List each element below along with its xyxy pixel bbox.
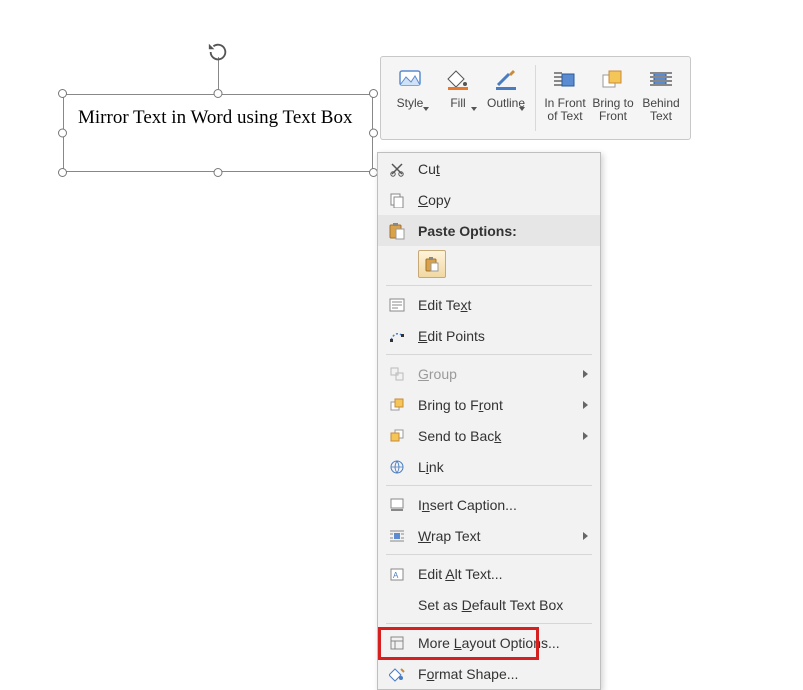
bring-front-label: Bring to Front: [590, 97, 636, 123]
behind-text-icon: [648, 65, 674, 93]
edit-points-icon: [386, 325, 408, 347]
menu-insert-caption-label: Insert Caption...: [418, 497, 588, 513]
behind-text-button[interactable]: Behind Text: [638, 61, 684, 135]
outline-icon: [494, 65, 518, 93]
edit-text-icon: [386, 294, 408, 316]
menu-edit-alt-text[interactable]: A Edit Alt Text...: [378, 558, 600, 589]
menu-bring-to-front[interactable]: Bring to Front: [378, 389, 600, 420]
toolbar-separator: [535, 65, 536, 131]
outline-label: Outline: [487, 97, 525, 110]
menu-edit-text-label: Edit Text: [418, 297, 588, 313]
menu-more-layout[interactable]: More Layout Options...: [378, 627, 600, 658]
paste-options-icon: [386, 220, 408, 242]
menu-set-default[interactable]: Set as Default Text Box: [378, 589, 600, 620]
menu-insert-caption[interactable]: Insert Caption...: [378, 489, 600, 520]
menu-group: Group: [378, 358, 600, 389]
menu-separator: [386, 485, 592, 486]
menu-send-to-back-label: Send to Back: [418, 428, 575, 444]
bring-to-front-icon: [600, 65, 626, 93]
menu-send-to-back[interactable]: Send to Back: [378, 420, 600, 451]
cut-icon: [386, 158, 408, 180]
menu-more-layout-label: More Layout Options...: [418, 635, 588, 651]
menu-set-default-label: Set as Default Text Box: [418, 597, 588, 613]
resize-handle-bl[interactable]: [58, 168, 67, 177]
style-label: Style: [397, 97, 424, 110]
blank-icon: [386, 594, 408, 616]
rotate-handle-icon[interactable]: [206, 40, 230, 64]
menu-link-label: Link: [418, 459, 588, 475]
menu-link[interactable]: Link: [378, 451, 600, 482]
menu-separator: [386, 354, 592, 355]
resize-handle-tl[interactable]: [58, 89, 67, 98]
insert-caption-icon: [386, 494, 408, 516]
menu-wrap-text-label: Wrap Text: [418, 528, 575, 544]
link-icon: [386, 456, 408, 478]
style-icon: [398, 65, 422, 93]
bring-to-front-button[interactable]: Bring to Front: [590, 61, 636, 135]
menu-copy[interactable]: Copy: [378, 184, 600, 215]
menu-separator: [386, 285, 592, 286]
menu-edit-points[interactable]: Edit Points: [378, 320, 600, 351]
in-front-of-text-icon: [552, 65, 578, 93]
menu-format-shape-label: Format Shape...: [418, 666, 588, 682]
mini-toolbar: Style Fill Outline In Front of Text: [380, 56, 691, 140]
in-front-label: In Front of Text: [542, 97, 588, 123]
menu-separator: [386, 623, 592, 624]
submenu-arrow-icon: [583, 401, 588, 409]
paste-keep-source-button[interactable]: [418, 250, 446, 278]
more-layout-icon: [386, 632, 408, 654]
menu-paste-options-header: Paste Options:: [378, 215, 600, 246]
resize-handle-bm[interactable]: [214, 168, 223, 177]
menu-copy-label: Copy: [418, 192, 588, 208]
svg-text:A: A: [393, 571, 399, 580]
submenu-arrow-icon: [583, 432, 588, 440]
textbox-selection[interactable]: Mirror Text in Word using Text Box: [63, 94, 373, 172]
group-icon: [386, 363, 408, 385]
behind-label: Behind Text: [638, 97, 684, 123]
style-button[interactable]: Style: [387, 61, 433, 135]
resize-handle-mr[interactable]: [369, 129, 378, 138]
context-menu: Cut Copy Paste Options: Edit Text Edit P…: [377, 152, 601, 690]
paste-options-label: Paste Options:: [418, 223, 588, 239]
menu-group-label: Group: [418, 366, 575, 382]
resize-handle-tm[interactable]: [214, 89, 223, 98]
textbox[interactable]: Mirror Text in Word using Text Box: [63, 94, 373, 172]
bring-to-front-menu-icon: [386, 394, 408, 416]
paste-options-row: [378, 246, 600, 282]
outline-button[interactable]: Outline: [483, 61, 529, 135]
menu-wrap-text[interactable]: Wrap Text: [378, 520, 600, 551]
fill-icon: [446, 65, 470, 93]
in-front-of-text-button[interactable]: In Front of Text: [542, 61, 588, 135]
submenu-arrow-icon: [583, 370, 588, 378]
submenu-arrow-icon: [583, 532, 588, 540]
menu-format-shape[interactable]: Format Shape...: [378, 658, 600, 689]
menu-cut-label: Cut: [418, 161, 588, 177]
menu-edit-points-label: Edit Points: [418, 328, 588, 344]
wrap-text-icon: [386, 525, 408, 547]
menu-edit-text[interactable]: Edit Text: [378, 289, 600, 320]
fill-label: Fill: [450, 97, 465, 110]
menu-separator: [386, 554, 592, 555]
menu-bring-to-front-label: Bring to Front: [418, 397, 575, 413]
copy-icon: [386, 189, 408, 211]
resize-handle-ml[interactable]: [58, 129, 67, 138]
send-to-back-menu-icon: [386, 425, 408, 447]
menu-edit-alt-text-label: Edit Alt Text...: [418, 566, 588, 582]
edit-alt-text-icon: A: [386, 563, 408, 585]
fill-button[interactable]: Fill: [435, 61, 481, 135]
resize-handle-tr[interactable]: [369, 89, 378, 98]
menu-cut[interactable]: Cut: [378, 153, 600, 184]
format-shape-icon: [386, 663, 408, 685]
